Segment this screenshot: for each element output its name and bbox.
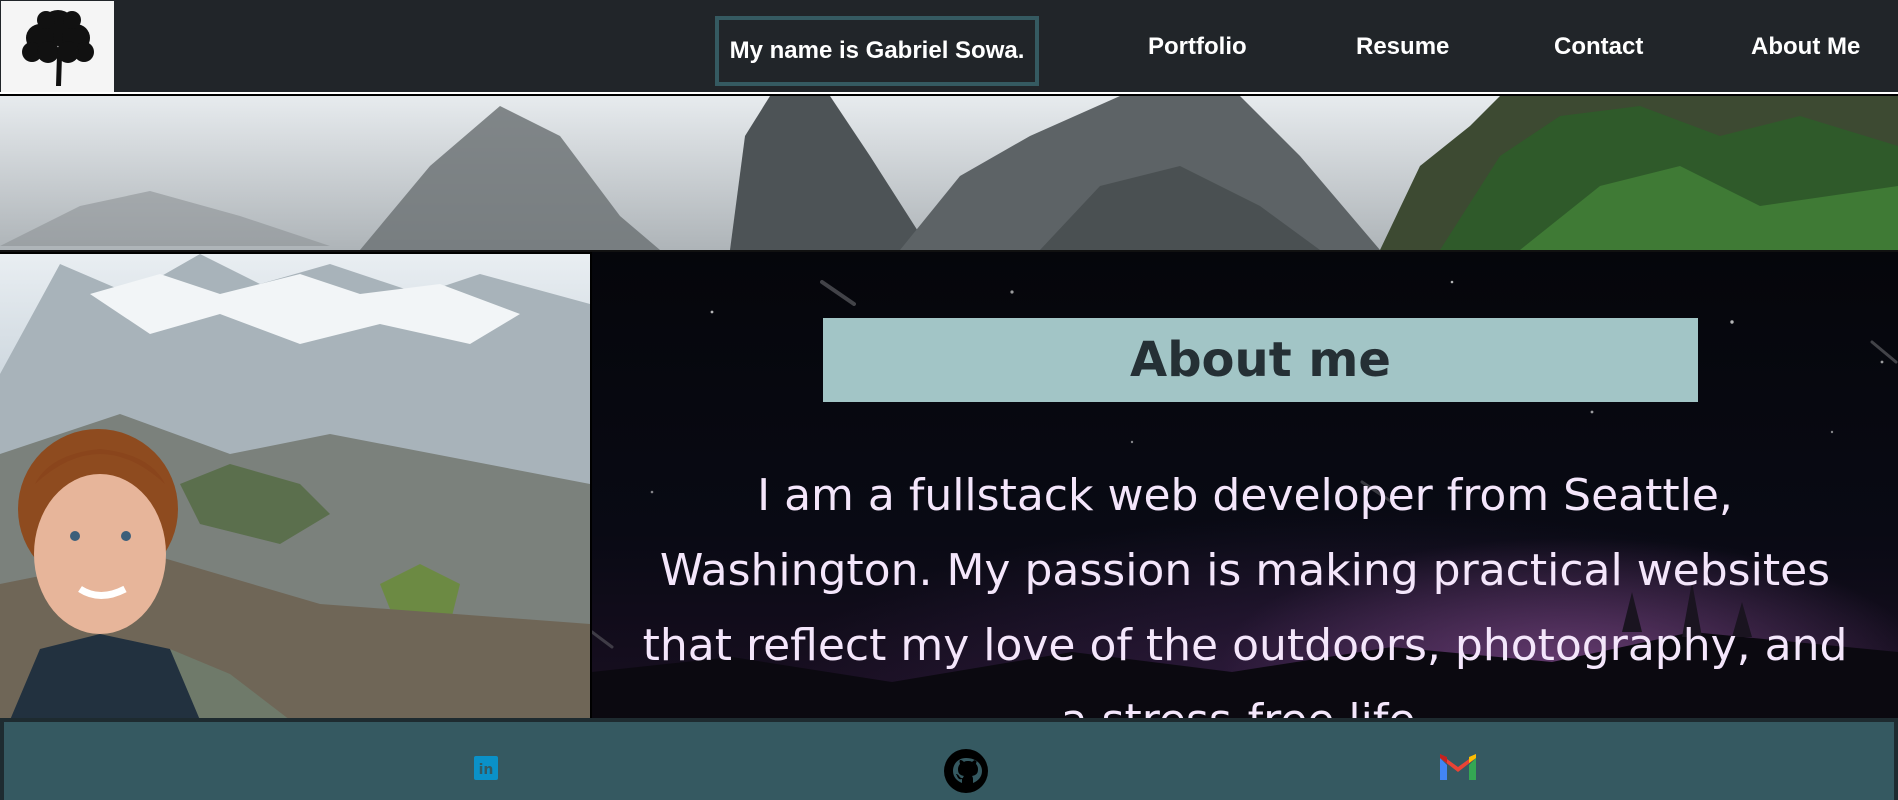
nav-link-resume[interactable]: Resume bbox=[1356, 30, 1449, 64]
profile-photo-image bbox=[0, 254, 590, 718]
about-title: About me bbox=[1130, 332, 1391, 388]
about-title-box: About me bbox=[823, 318, 1698, 402]
mountain-banner-image bbox=[0, 96, 1898, 250]
about-section: About me I am a fullstack web developer … bbox=[0, 250, 1898, 718]
gmail-link[interactable] bbox=[1436, 748, 1476, 786]
nav-link-contact[interactable]: Contact bbox=[1554, 30, 1643, 64]
profile-photo bbox=[0, 254, 592, 718]
github-link[interactable] bbox=[943, 748, 988, 793]
logo-link[interactable] bbox=[1, 1, 114, 92]
social-footer: in bbox=[0, 718, 1898, 800]
linkedin-icon: in bbox=[474, 756, 498, 780]
navbar: My name is Gabriel Sowa. Portfolio Resum… bbox=[0, 0, 1898, 94]
github-icon bbox=[944, 749, 988, 793]
about-bio: I am a fullstack web developer from Seat… bbox=[642, 470, 1848, 718]
linkedin-link[interactable]: in bbox=[468, 748, 506, 786]
nav-link-about-me[interactable]: About Me bbox=[1751, 30, 1860, 64]
gmail-icon bbox=[1440, 754, 1476, 780]
svg-text:in: in bbox=[479, 762, 494, 778]
nav-link-portfolio[interactable]: Portfolio bbox=[1148, 30, 1247, 64]
brand-name[interactable]: My name is Gabriel Sowa. bbox=[715, 16, 1039, 86]
mountain-banner bbox=[0, 96, 1898, 250]
tree-icon bbox=[21, 9, 94, 86]
